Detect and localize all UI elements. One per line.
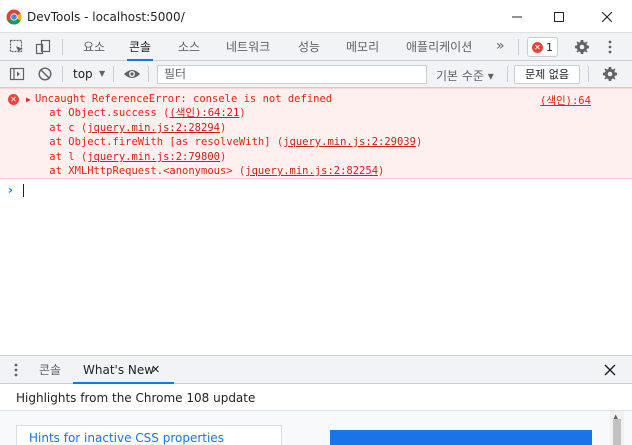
error-icon: ✕ xyxy=(8,94,19,105)
error-icon: ✕ xyxy=(532,41,543,53)
stack-frame-suffix: ) xyxy=(219,151,227,163)
tab-memory[interactable]: 메모리 xyxy=(346,33,379,61)
title-bar: DevTools - localhost:5000/ xyxy=(0,0,632,33)
settings-gear-icon[interactable] xyxy=(573,38,591,56)
main-tab-bar: 요소 콘솔 소스 네트워크 성능 메모리 애플리케이션 » ✕ 1 xyxy=(0,33,632,61)
error-source-link[interactable]: (색인):64 xyxy=(540,93,591,108)
maximize-button[interactable] xyxy=(536,0,582,33)
feature-image xyxy=(330,430,592,445)
more-tabs-button[interactable]: » xyxy=(496,33,505,61)
feature-card[interactable]: Hints for inactive CSS properties xyxy=(16,425,282,445)
prompt-chevron-icon: › xyxy=(8,183,13,197)
stack-frame-link[interactable]: jquery.min.js:2:82254 xyxy=(245,165,378,177)
whats-new-panel: Hints for inactive CSS properties ▲ xyxy=(0,411,632,445)
drawer-menu-icon[interactable] xyxy=(9,362,23,378)
tab-console[interactable]: 콘솔 xyxy=(127,33,154,61)
error-text: Uncaught ReferenceError: consele is not … xyxy=(35,93,333,105)
stack-frame-link[interactable]: (색인):64:21 xyxy=(169,107,239,119)
stack-frame-text: at Object.success ( xyxy=(24,107,170,119)
toolbar-divider xyxy=(507,66,508,82)
error-count-badge[interactable]: ✕ 1 xyxy=(527,37,558,57)
stack-frame: at Object.fireWith [as resolveWith] (jqu… xyxy=(24,136,422,149)
whats-new-title: Highlights from the Chrome 108 update xyxy=(16,391,256,405)
tab-network[interactable]: 네트워크 xyxy=(226,33,270,61)
dropdown-arrow-icon: ▼ xyxy=(99,69,106,78)
stack-frame-text: at c ( xyxy=(24,122,88,134)
toolbar-divider xyxy=(588,66,589,82)
stack-frame: at XMLHttpRequest.<anonymous> (jquery.mi… xyxy=(24,165,384,178)
log-levels-dropdown[interactable]: 기본 수준 ▾ xyxy=(436,67,494,84)
stack-frame-link[interactable]: jquery.min.js:2:28294 xyxy=(87,122,220,134)
filter-input[interactable]: 필터 xyxy=(157,65,427,84)
scrollbar-thumb[interactable] xyxy=(613,419,621,445)
expand-triangle-icon[interactable]: ▶ xyxy=(26,95,31,104)
tab-performance[interactable]: 성능 xyxy=(298,33,320,61)
tab-elements[interactable]: 요소 xyxy=(83,33,105,61)
clear-console-icon[interactable] xyxy=(36,65,54,83)
issues-button[interactable]: 문제 없음 xyxy=(514,65,580,84)
stack-frame-suffix: ) xyxy=(239,107,246,119)
text-caret xyxy=(23,184,24,197)
error-message: ✕ ▶ Uncaught ReferenceError: consele is … xyxy=(0,88,632,179)
whats-new-header: Highlights from the Chrome 108 update xyxy=(0,384,632,411)
stack-frame-text: at l ( xyxy=(24,151,88,163)
stack-frame-link[interactable]: jquery.min.js:2:29039 xyxy=(283,136,416,148)
toolbar-divider xyxy=(148,66,149,82)
drawer-tab-whats-new[interactable]: What's New xyxy=(73,356,175,384)
close-drawer-icon[interactable] xyxy=(602,362,618,378)
window-title: DevTools - localhost:5000/ xyxy=(27,10,185,24)
live-expression-eye-icon[interactable] xyxy=(123,65,141,83)
minimize-button[interactable] xyxy=(494,0,540,33)
context-selector[interactable]: top xyxy=(73,67,93,81)
console-toolbar: top ▼ 필터 기본 수준 ▾ 문제 없음 xyxy=(0,61,632,88)
toolbar-divider xyxy=(113,66,114,82)
stack-frame-text: at Object.fireWith [as resolveWith] ( xyxy=(24,136,284,148)
stack-frame-link[interactable]: jquery.min.js:2:79800 xyxy=(87,151,220,163)
console-settings-gear-icon[interactable] xyxy=(601,65,619,83)
close-window-button[interactable] xyxy=(584,0,630,33)
toolbar-divider xyxy=(62,66,63,82)
drawer-tab-bar: 콘솔 What's New ✕ xyxy=(0,355,632,384)
stack-frame-suffix: ) xyxy=(219,122,227,134)
console-prompt[interactable]: › xyxy=(0,180,632,200)
stack-frame-text: at XMLHttpRequest.<anonymous> ( xyxy=(24,165,246,177)
console-output: ✕ ▶ Uncaught ReferenceError: consele is … xyxy=(0,88,632,354)
tab-console-label: 콘솔 xyxy=(129,40,152,54)
drawer-tab-whats-new-label: What's New xyxy=(83,363,155,377)
stack-frame-suffix: ) xyxy=(415,136,423,148)
inspect-element-icon[interactable] xyxy=(8,38,26,56)
stack-frame: at l (jquery.min.js:2:79800) xyxy=(24,151,226,164)
error-count: 1 xyxy=(546,40,553,54)
chrome-logo-icon xyxy=(6,9,22,25)
close-tab-icon[interactable]: ✕ xyxy=(151,363,160,376)
more-options-icon[interactable] xyxy=(601,38,619,56)
toolbar-divider xyxy=(518,39,519,55)
device-toolbar-icon[interactable] xyxy=(34,38,52,56)
tab-application[interactable]: 애플리케이션 xyxy=(406,33,472,61)
scrollbar[interactable]: ▲ xyxy=(610,411,624,445)
stack-frame: at Object.success ((색인):64:21) xyxy=(24,107,246,120)
stack-frame-suffix: ) xyxy=(378,165,385,177)
drawer-tab-console[interactable]: 콘솔 xyxy=(39,356,61,384)
tab-sources[interactable]: 소스 xyxy=(178,33,200,61)
toolbar-divider xyxy=(62,39,63,55)
sidebar-toggle-icon[interactable] xyxy=(8,65,26,83)
stack-frame: at c (jquery.min.js:2:28294) xyxy=(24,122,226,135)
